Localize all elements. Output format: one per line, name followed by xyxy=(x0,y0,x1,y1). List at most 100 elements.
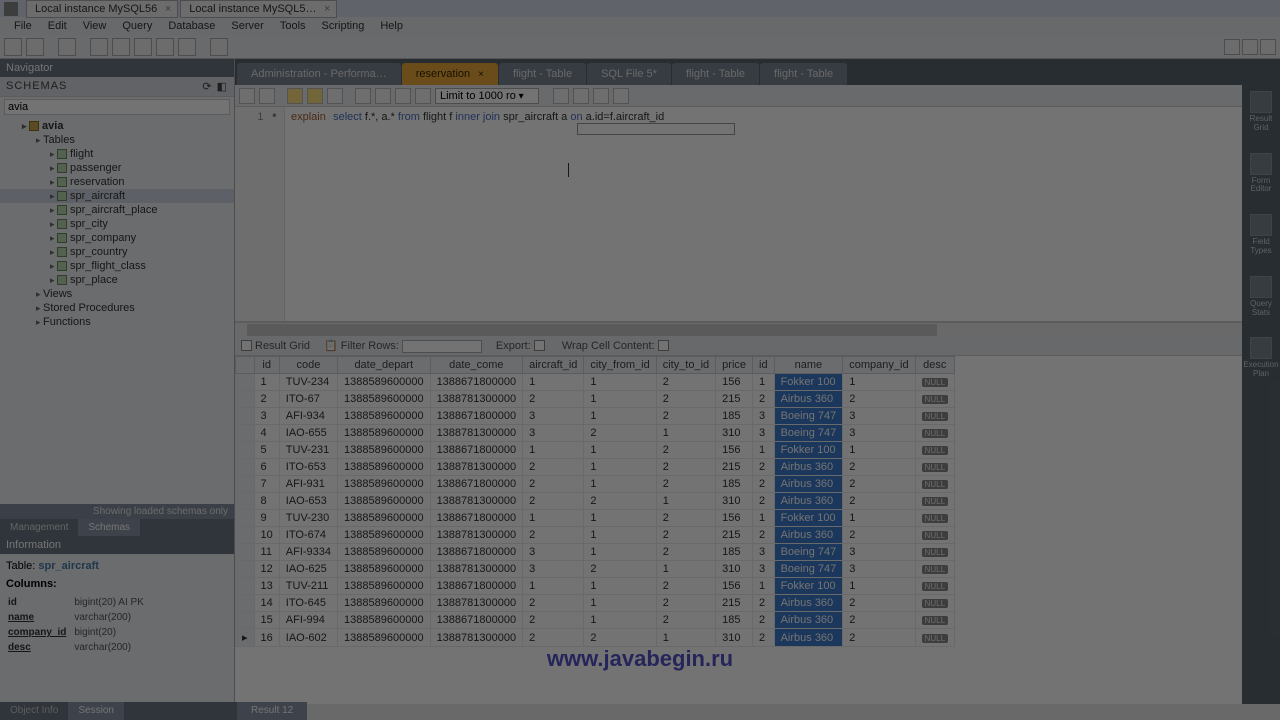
autocommit-icon[interactable] xyxy=(415,88,431,104)
toolbar-button[interactable] xyxy=(26,38,44,56)
column-header[interactable]: name xyxy=(774,357,843,374)
toolbar-button[interactable] xyxy=(156,38,174,56)
result-tab[interactable]: Result 12 xyxy=(237,702,307,720)
tab-schemas[interactable]: Schemas xyxy=(78,519,140,536)
side-tab[interactable]: ExecutionPlan xyxy=(1243,337,1278,379)
tab-management[interactable]: Management xyxy=(0,519,78,536)
column-header[interactable]: code xyxy=(279,357,337,374)
tree-table-spr_flight_class[interactable]: spr_flight_class xyxy=(0,259,234,273)
stop-icon[interactable] xyxy=(355,88,371,104)
tree-table-passenger[interactable]: passenger xyxy=(0,161,234,175)
open-file-icon[interactable] xyxy=(239,88,255,104)
toolbar-button[interactable] xyxy=(134,38,152,56)
tree-stored-procedures[interactable]: Stored Procedures xyxy=(0,301,234,315)
table-row[interactable]: 15AFI-9941388589600000138867180000021218… xyxy=(236,612,955,629)
execute-current-icon[interactable] xyxy=(307,88,323,104)
menu-scripting[interactable]: Scripting xyxy=(314,18,373,34)
tree-table-spr_aircraft[interactable]: spr_aircraft xyxy=(0,189,234,203)
table-row[interactable]: 6ITO-65313885896000001388781300000212215… xyxy=(236,459,955,476)
wrap-toggle[interactable] xyxy=(658,340,669,351)
tree-table-flight[interactable]: flight xyxy=(0,147,234,161)
menu-file[interactable]: File xyxy=(6,18,40,34)
side-tab[interactable]: QueryStats xyxy=(1250,276,1272,318)
tree-table-spr_company[interactable]: spr_company xyxy=(0,231,234,245)
tree-table-reservation[interactable]: reservation xyxy=(0,175,234,189)
menu-edit[interactable]: Edit xyxy=(40,18,75,34)
side-tab[interactable]: FormEditor xyxy=(1250,153,1272,195)
export-button[interactable] xyxy=(534,340,545,351)
column-header[interactable]: desc xyxy=(915,357,954,374)
tree-functions[interactable]: Functions xyxy=(0,315,234,329)
connection-tab-1[interactable]: Local instance MySQL56× xyxy=(26,0,178,18)
editor-tab[interactable]: reservation× xyxy=(402,63,498,85)
tree-table-spr_place[interactable]: spr_place xyxy=(0,273,234,287)
explain-icon[interactable] xyxy=(327,88,343,104)
commit-icon[interactable] xyxy=(375,88,391,104)
table-row[interactable]: ▸16IAO-602138858960000013887813000002213… xyxy=(236,629,955,647)
tree-db[interactable]: avia xyxy=(0,119,234,133)
column-header[interactable] xyxy=(236,357,255,374)
toggle-sidebar-icon[interactable] xyxy=(1224,39,1240,55)
word-wrap-icon[interactable] xyxy=(613,88,629,104)
menu-query[interactable]: Query xyxy=(114,18,160,34)
home-icon[interactable] xyxy=(4,2,18,16)
menu-database[interactable]: Database xyxy=(160,18,223,34)
beautify-icon[interactable] xyxy=(553,88,569,104)
column-header[interactable]: city_from_id xyxy=(584,357,656,374)
editor-tab[interactable]: flight - Table xyxy=(760,63,847,85)
column-header[interactable]: date_come xyxy=(430,357,523,374)
result-grid-toggle[interactable] xyxy=(241,340,252,351)
table-row[interactable]: 3AFI-93413885896000001388671800000312185… xyxy=(236,408,955,425)
toggle-panel-icon[interactable] xyxy=(1242,39,1258,55)
find-icon[interactable] xyxy=(573,88,589,104)
close-icon[interactable]: × xyxy=(324,3,330,15)
table-row[interactable]: 14ITO-6451388589600000138878130000021221… xyxy=(236,595,955,612)
menu-help[interactable]: Help xyxy=(372,18,411,34)
table-row[interactable]: 7AFI-93113885896000001388671800000212185… xyxy=(236,476,955,493)
table-row[interactable]: 13TUV-2111388589600000138867180000011215… xyxy=(236,578,955,595)
table-row[interactable]: 10ITO-6741388589600000138878130000021221… xyxy=(236,527,955,544)
editor-scrollbar[interactable] xyxy=(235,322,1242,336)
toolbar-button[interactable] xyxy=(178,38,196,56)
table-row[interactable]: 5TUV-23113885896000001388671800000112156… xyxy=(236,442,955,459)
table-row[interactable]: 12IAO-6251388589600000138878130000032131… xyxy=(236,561,955,578)
tree-table-spr_aircraft_place[interactable]: spr_aircraft_place xyxy=(0,203,234,217)
tab-session[interactable]: Session xyxy=(68,702,124,720)
editor-tab[interactable]: Administration - Performa… xyxy=(237,63,401,85)
filter-rows-input[interactable] xyxy=(402,340,482,353)
toolbar-button[interactable] xyxy=(112,38,130,56)
toolbar-button[interactable] xyxy=(4,38,22,56)
tree-table-spr_country[interactable]: spr_country xyxy=(0,245,234,259)
column-header[interactable]: aircraft_id xyxy=(523,357,584,374)
row-limit-dropdown[interactable]: Limit to 1000 ro ▾ xyxy=(435,88,539,104)
rollback-icon[interactable] xyxy=(395,88,411,104)
toolbar-button[interactable] xyxy=(58,38,76,56)
column-header[interactable]: company_id xyxy=(843,357,915,374)
column-header[interactable]: city_to_id xyxy=(656,357,715,374)
tree-views[interactable]: Views xyxy=(0,287,234,301)
schema-tree[interactable]: avia Tables flightpassengerreservationsp… xyxy=(0,117,234,504)
table-row[interactable]: 4IAO-65513885896000001388781300000321310… xyxy=(236,425,955,442)
editor-tab[interactable]: SQL File 5* xyxy=(587,63,671,85)
tab-object-info[interactable]: Object Info xyxy=(0,702,68,720)
side-tab[interactable]: FieldTypes xyxy=(1250,214,1272,256)
toggle-invisible-icon[interactable] xyxy=(593,88,609,104)
menu-view[interactable]: View xyxy=(75,18,115,34)
column-header[interactable]: date_depart xyxy=(338,357,431,374)
toolbar-button[interactable] xyxy=(90,38,108,56)
toolbar-button[interactable] xyxy=(210,38,228,56)
menu-tools[interactable]: Tools xyxy=(272,18,314,34)
column-header[interactable]: id xyxy=(753,357,775,374)
editor-tab[interactable]: flight - Table xyxy=(672,63,759,85)
autocomplete-popup[interactable] xyxy=(577,123,735,135)
sql-editor[interactable]: 1 • explain select f.*, a.* from flight … xyxy=(235,107,1242,322)
close-icon[interactable]: × xyxy=(165,3,171,15)
table-row[interactable]: 9TUV-23013885896000001388671800000112156… xyxy=(236,510,955,527)
table-row[interactable]: 2ITO-67138858960000013887813000002122152… xyxy=(236,391,955,408)
table-row[interactable]: 1TUV-23413885896000001388671800000112156… xyxy=(236,374,955,391)
tree-tables-folder[interactable]: Tables xyxy=(0,133,234,147)
table-row[interactable]: 11AFI-9334138858960000013886718000003121… xyxy=(236,544,955,561)
save-icon[interactable] xyxy=(259,88,275,104)
execute-icon[interactable] xyxy=(287,88,303,104)
side-tab[interactable]: ResultGrid xyxy=(1250,91,1273,133)
